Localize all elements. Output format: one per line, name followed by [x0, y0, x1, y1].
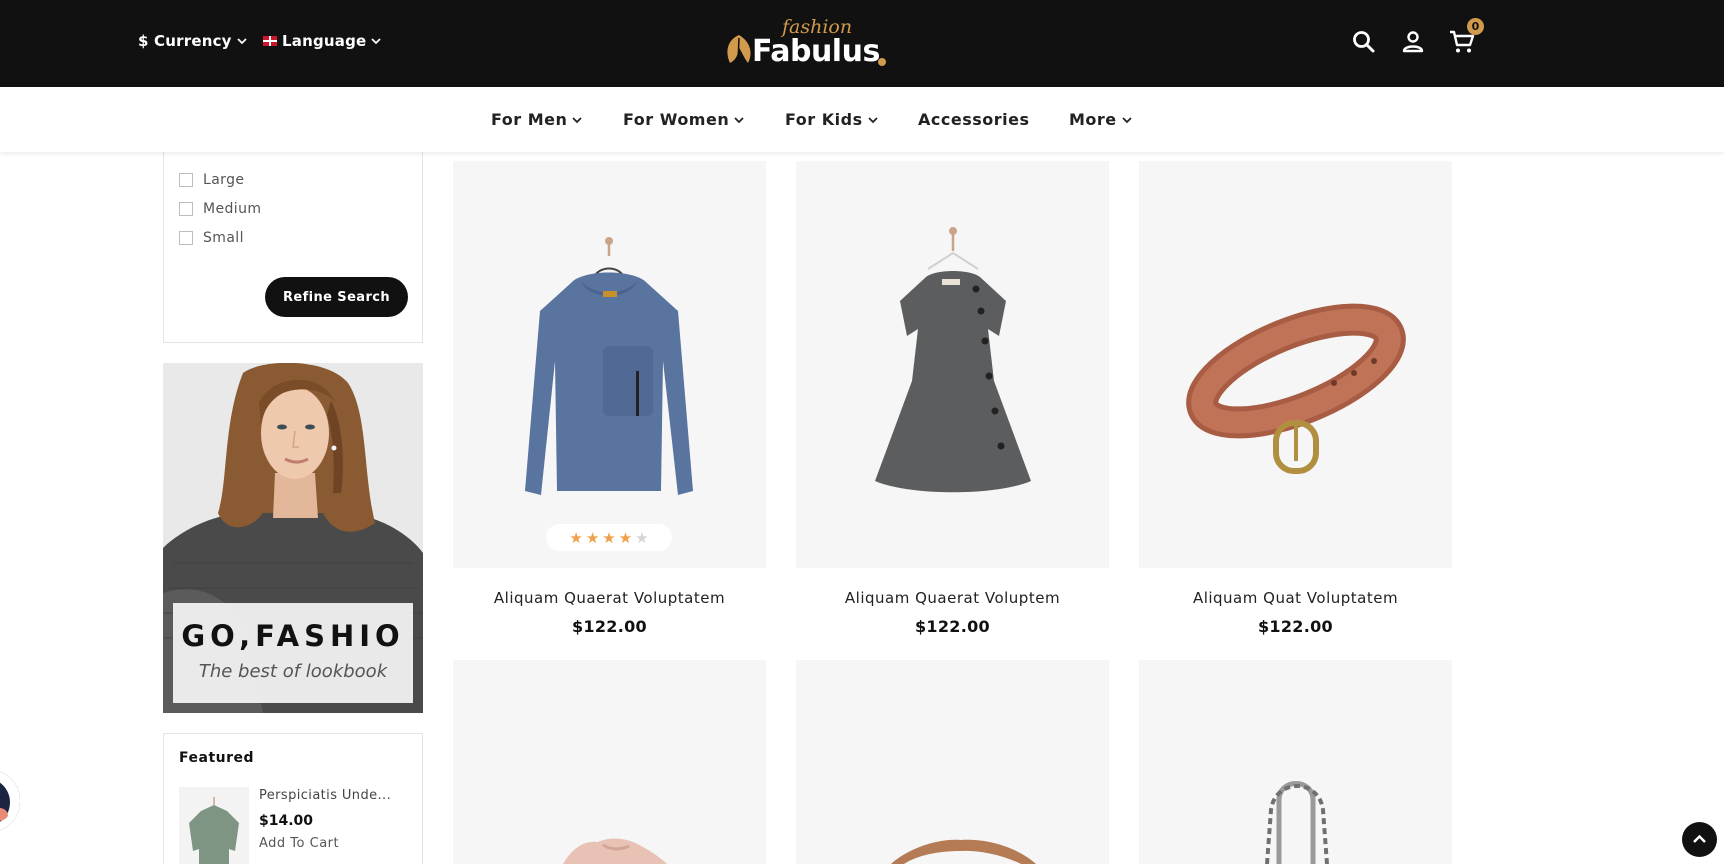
nav-item-label: Accessories — [918, 110, 1030, 129]
leaf-logo-icon — [727, 35, 751, 63]
shirt-image — [189, 797, 239, 864]
account-icon[interactable] — [1399, 28, 1427, 56]
main-nav: For Men For Women For Kids Accessories M… — [0, 87, 1724, 152]
filter-option-label: Small — [203, 230, 244, 246]
banner-subtitle: The best of lookbook — [198, 661, 388, 682]
product-image-dress[interactable] — [796, 161, 1109, 568]
star-filled-icon: ★ — [569, 528, 583, 547]
uk-flag-icon — [263, 36, 277, 46]
rating-stars: ★ ★ ★ ★ ★ — [546, 524, 672, 551]
nav-item-label: For Women — [623, 110, 730, 129]
scroll-to-top-button[interactable] — [1682, 822, 1717, 857]
featured-product-name[interactable]: Perspiciatis Unde... — [259, 788, 409, 803]
nav-item-label: For Men — [491, 110, 568, 129]
logo-word: Fabulus — [752, 34, 880, 69]
sandal-image — [891, 839, 1036, 864]
filter-option-large[interactable]: Large — [179, 172, 244, 188]
product-name[interactable]: Aliquam Quat Voluptatem — [1139, 589, 1452, 607]
refine-search-button[interactable]: Refine Search — [265, 277, 408, 317]
cart-count-badge: 0 — [1467, 18, 1484, 35]
chevron-down-icon — [734, 116, 744, 123]
product-name[interactable]: Aliquam Quaerat Voluptatem — [453, 589, 766, 607]
chevron-down-icon — [237, 38, 247, 45]
nav-item-label: More — [1069, 110, 1117, 129]
product-name[interactable]: Aliquam Quaerat Voluptem — [796, 589, 1109, 607]
size-filter-panel: ✕ Large Medium Small Refine Search — [163, 130, 423, 343]
lookbook-banner[interactable]: GO,FASHIO The best of lookbook — [163, 363, 423, 713]
product-image-shoe[interactable] — [453, 660, 766, 864]
nav-item-for-women[interactable]: For Women — [623, 110, 744, 129]
product-price: $122.00 — [1258, 617, 1333, 636]
filter-option-label: Large — [203, 172, 245, 188]
promo-icon — [0, 770, 20, 832]
checkbox[interactable] — [179, 231, 193, 245]
product-price: $122.00 — [572, 617, 647, 636]
side-promo-widget[interactable] — [0, 770, 20, 832]
currency-dropdown[interactable]: $ Currency — [138, 32, 247, 50]
nav-item-accessories[interactable]: Accessories — [918, 110, 1030, 129]
language-label: Language — [282, 32, 367, 50]
banner-caption-card: GO,FASHIO The best of lookbook — [173, 603, 413, 703]
star-filled-icon: ★ — [618, 528, 633, 547]
star-empty-icon: ★ — [635, 528, 649, 547]
nav-item-more[interactable]: More — [1069, 110, 1132, 129]
handbag-image — [1265, 781, 1329, 864]
featured-product-price: $14.00 — [259, 813, 314, 829]
language-dropdown[interactable]: Language — [263, 32, 382, 50]
checkbox[interactable] — [179, 202, 193, 216]
dress-image — [875, 227, 1031, 493]
featured-thumbnail[interactable] — [179, 787, 249, 864]
star-filled-icon: ★ — [602, 528, 616, 547]
search-icon[interactable] — [1350, 28, 1378, 56]
filter-option-medium[interactable]: Medium — [179, 201, 261, 217]
product-image-handbag[interactable] — [1139, 660, 1452, 864]
filter-option-label: Medium — [203, 201, 262, 217]
star-filled-icon: ★ — [585, 528, 600, 547]
nav-item-for-kids[interactable]: For Kids — [785, 110, 878, 129]
chevron-down-icon — [572, 116, 583, 123]
nav-item-for-men[interactable]: For Men — [491, 110, 583, 129]
nav-item-label: For Kids — [785, 110, 863, 129]
product-price: $122.00 — [915, 617, 990, 636]
product-image-sweater[interactable]: ★ ★ ★ ★ ★ — [453, 161, 766, 568]
product-image-belt[interactable] — [1139, 161, 1452, 568]
currency-label: $ Currency — [138, 32, 232, 50]
checkbox[interactable] — [179, 173, 193, 187]
logo-dot — [878, 58, 886, 66]
chevron-down-icon — [867, 116, 878, 123]
filter-option-small[interactable]: Small — [179, 230, 244, 246]
featured-panel: Featured Perspiciatis Unde... $14.00 Add… — [163, 733, 423, 864]
chevron-down-icon — [371, 38, 382, 45]
add-to-cart-link[interactable]: Add To Cart — [259, 836, 339, 851]
featured-heading: Featured — [179, 750, 255, 766]
belt-image — [1186, 303, 1406, 474]
chevron-up-icon — [1693, 834, 1706, 843]
top-bar: $ Currency Language fashion Fabulus 0 — [0, 0, 1724, 87]
product-image-sandal[interactable] — [796, 660, 1109, 864]
banner-title: GO,FASHIO — [181, 619, 405, 653]
sweater-image — [525, 237, 693, 495]
shoe-image — [563, 838, 667, 864]
logo[interactable]: fashion Fabulus — [722, 14, 892, 74]
chevron-down-icon — [1122, 116, 1132, 123]
